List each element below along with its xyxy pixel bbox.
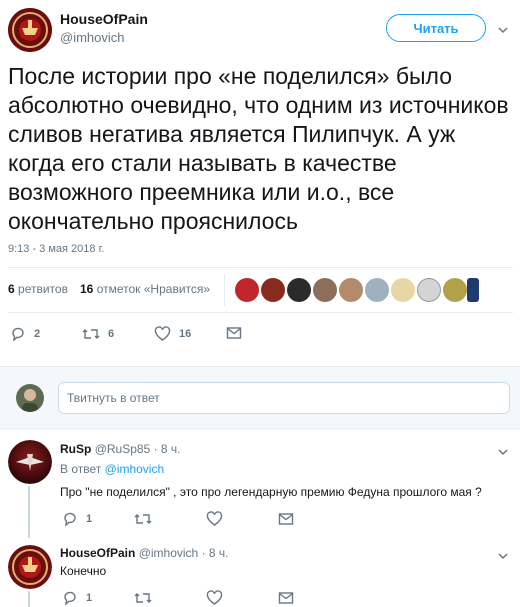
reply-author-handle[interactable]: @RuSp85 [95, 442, 151, 456]
retweets-stat[interactable]: 6 ретвитов [8, 282, 68, 296]
current-user-avatar [16, 384, 44, 412]
retweet-icon [82, 329, 100, 339]
retweet-icon [134, 514, 152, 524]
reply-count: 1 [86, 513, 93, 525]
like-button[interactable] [206, 590, 223, 606]
retweet-icon [134, 593, 152, 603]
likes-stat[interactable]: 16 отметок «Нравится» [80, 282, 210, 296]
like-button[interactable] [206, 511, 223, 527]
heart-icon [206, 511, 223, 526]
likers-avatars[interactable] [235, 278, 485, 302]
author-avatar[interactable] [8, 8, 52, 52]
reply-icon [64, 591, 76, 606]
reply-count: 1 [86, 592, 93, 604]
reply-button[interactable]: 1 [62, 511, 92, 527]
likes-label: отметок «Нравится» [96, 282, 211, 296]
retweet-button[interactable] [134, 511, 152, 527]
retweet-button[interactable]: 6 [82, 326, 114, 342]
liker-avatar[interactable] [365, 278, 389, 302]
retweet-button[interactable] [134, 590, 152, 606]
reply-count: 2 [34, 328, 41, 340]
reply-icon [64, 512, 76, 527]
heart-icon [206, 590, 223, 605]
tweet-text: После истории про «не поделился» было аб… [8, 63, 509, 234]
likes-count: 16 [80, 282, 94, 296]
liker-avatar[interactable] [443, 278, 467, 302]
reply-header: HouseOfPain @imhovich · 8 ч. [60, 546, 229, 560]
reply-author-name[interactable]: RuSp [60, 442, 91, 456]
retweets-count: 6 [8, 282, 15, 296]
liker-avatar[interactable] [261, 278, 285, 302]
liker-avatar[interactable] [391, 278, 415, 302]
like-count: 16 [179, 328, 192, 340]
liker-avatar[interactable] [287, 278, 311, 302]
reply-header: RuSp @RuSp85 · 8 ч. [60, 442, 181, 456]
reply-thread-line [28, 486, 30, 538]
stats-divider [224, 274, 225, 306]
liker-avatar[interactable] [313, 278, 337, 302]
divider [8, 267, 513, 268]
author-name[interactable]: HouseOfPain [60, 11, 148, 27]
direct-message-button[interactable] [226, 326, 242, 340]
author-handle[interactable]: @imhovich [60, 30, 125, 45]
chevron-down-icon[interactable] [497, 548, 509, 566]
reply-text: Про "не поделился" , это про легендарную… [60, 485, 482, 499]
reply-thread-line [28, 591, 30, 607]
reply-author-name[interactable]: HouseOfPain [60, 546, 135, 560]
follow-button-label: Читать [413, 20, 459, 36]
reply-avatar[interactable] [8, 440, 52, 484]
direct-message-button[interactable] [278, 512, 294, 526]
follow-button[interactable]: Читать [386, 14, 486, 42]
compose-section: Твитнуть в ответ [0, 366, 520, 429]
reply-input[interactable]: Твитнуть в ответ [58, 382, 510, 414]
envelope-icon [278, 513, 294, 525]
reply-avatar[interactable] [8, 545, 52, 589]
reply-context: В ответ @imhovich [60, 462, 164, 476]
reply-to-link[interactable]: @imhovich [105, 462, 165, 476]
reply-text: Конечно [60, 564, 107, 578]
chevron-down-icon[interactable] [497, 22, 509, 40]
liker-avatar[interactable] [235, 278, 259, 302]
reply-time[interactable]: · 8 ч. [154, 442, 181, 456]
reply-input-placeholder: Твитнуть в ответ [67, 391, 160, 405]
chevron-down-icon[interactable] [497, 444, 509, 462]
like-button[interactable]: 16 [154, 326, 191, 342]
retweets-label: ретвитов [18, 282, 68, 296]
envelope-icon [278, 592, 294, 604]
tweet-timestamp[interactable]: 9:13 - 3 мая 2018 г. [8, 243, 104, 255]
retweet-count: 6 [108, 328, 115, 340]
heart-icon [154, 326, 171, 341]
reply-time[interactable]: · 8 ч. [202, 546, 229, 560]
liker-avatar[interactable] [339, 278, 363, 302]
reply-button[interactable]: 1 [62, 590, 92, 606]
envelope-icon [226, 327, 242, 339]
liker-avatar[interactable] [417, 278, 441, 302]
divider [8, 312, 513, 313]
reply-icon [12, 327, 24, 342]
reply-button[interactable]: 2 [10, 326, 40, 342]
direct-message-button[interactable] [278, 591, 294, 605]
liker-avatar[interactable] [467, 278, 479, 302]
reply-author-handle[interactable]: @imhovich [139, 546, 199, 560]
reply-to-label: В ответ [60, 462, 102, 476]
